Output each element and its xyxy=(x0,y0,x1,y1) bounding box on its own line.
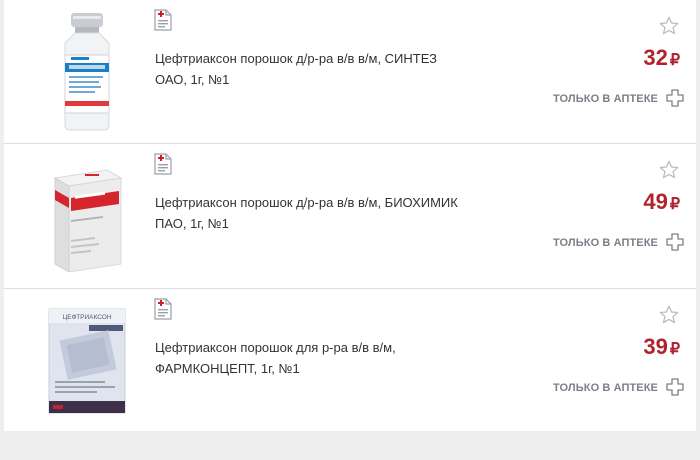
product-card[interactable]: Цефтриаксон порошок д/р-ра в/в в/м, СИНТ… xyxy=(4,0,696,144)
box-brand-text: ЦЕФТРИАКСОН xyxy=(62,314,111,321)
prescription-icon xyxy=(154,153,172,175)
price-value: 39 xyxy=(643,334,668,359)
product-card[interactable]: Цефтриаксон порошок д/р-ра в/в в/м, БИОХ… xyxy=(4,144,696,289)
favorite-star-icon[interactable] xyxy=(658,159,680,181)
product-title-line: ФАРМКОНЦЕПТ, 1г, №1 xyxy=(155,361,300,376)
product-title[interactable]: Цефтриаксон порошок д/р-ра в/в в/м, СИНТ… xyxy=(155,48,495,90)
price-value: 32 xyxy=(643,45,668,70)
product-title-line: ОАО, 1г, №1 xyxy=(155,72,230,87)
product-price: 49 ₽ xyxy=(643,189,680,215)
product-list: Цефтриаксон порошок д/р-ра в/в в/м, СИНТ… xyxy=(4,0,696,431)
currency-symbol: ₽ xyxy=(669,52,680,69)
product-price: 32 ₽ xyxy=(643,45,680,71)
box-icon: ЦЕФТРИАКСОН xyxy=(48,308,126,414)
pharmacy-only-label: ТОЛЬКО В АПТЕКЕ xyxy=(553,237,658,249)
pharmacy-cross-icon xyxy=(666,378,684,396)
product-title[interactable]: Цефтриаксон порошок для р-ра в/в в/м, ФА… xyxy=(155,337,495,379)
pharmacy-only-label: ТОЛЬКО В АПТЕКЕ xyxy=(553,93,658,105)
vial-icon xyxy=(64,13,110,131)
currency-symbol: ₽ xyxy=(669,341,680,358)
favorite-star-icon[interactable] xyxy=(658,304,680,326)
product-image[interactable] xyxy=(32,12,142,132)
favorite-star-icon[interactable] xyxy=(658,15,680,37)
product-title[interactable]: Цефтриаксон порошок д/р-ра в/в в/м, БИОХ… xyxy=(155,192,495,234)
product-image[interactable] xyxy=(32,156,142,276)
price-value: 49 xyxy=(643,189,668,214)
product-price: 39 ₽ xyxy=(643,334,680,360)
prescription-icon xyxy=(154,9,172,31)
box-icon xyxy=(53,169,123,272)
pharmacy-only-label: ТОЛЬКО В АПТЕКЕ xyxy=(553,382,658,394)
product-title-line: Цефтриаксон порошок д/р-ра в/в в/м, БИОХ… xyxy=(155,195,458,210)
product-card[interactable]: ЦЕФТРИАКСОН Цефтриаксон порошок для р-ра… xyxy=(4,289,696,431)
pharmacy-cross-icon xyxy=(666,89,684,107)
product-title-line: Цефтриаксон порошок д/р-ра в/в в/м, СИНТ… xyxy=(155,51,437,66)
pharmacy-cross-icon xyxy=(666,233,684,251)
prescription-icon xyxy=(154,298,172,320)
product-image[interactable]: ЦЕФТРИАКСОН xyxy=(32,301,142,421)
currency-symbol: ₽ xyxy=(669,196,680,213)
product-title-line: ПАО, 1г, №1 xyxy=(155,216,229,231)
product-title-line: Цефтриаксон порошок для р-ра в/в в/м, xyxy=(155,340,396,355)
